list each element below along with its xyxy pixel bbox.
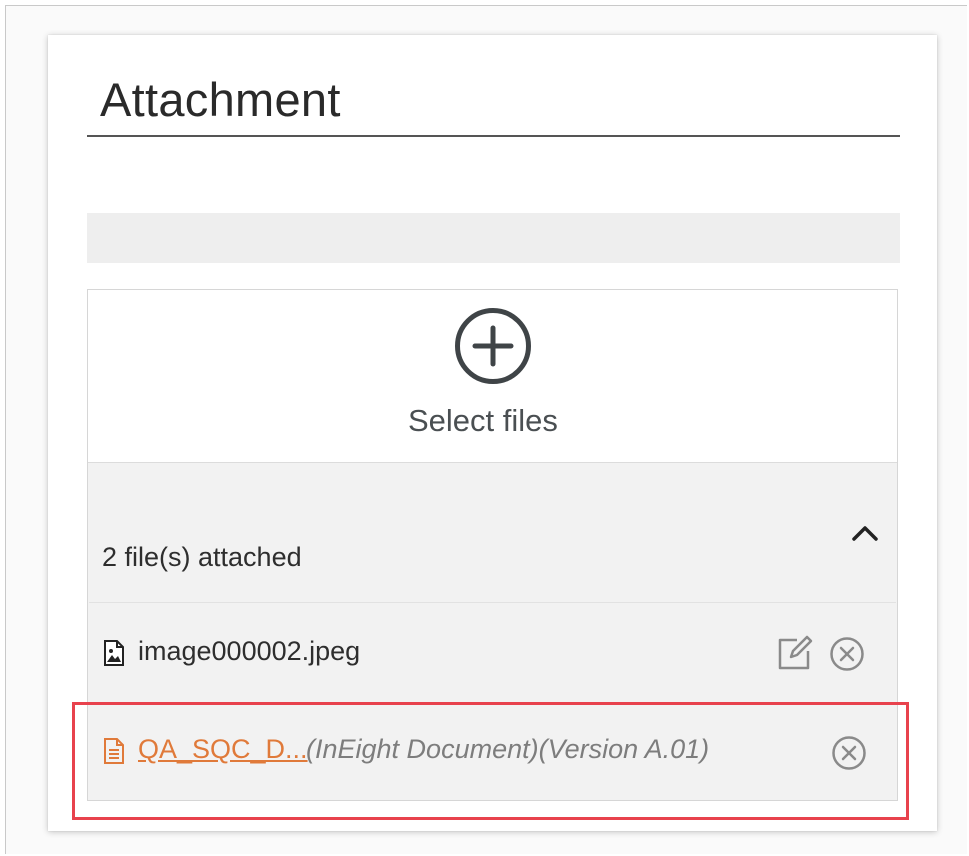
file-name[interactable]: image000002.jpeg bbox=[138, 636, 360, 667]
remove-icon[interactable] bbox=[831, 735, 867, 771]
panel-title: Attachment bbox=[100, 73, 341, 126]
edit-icon[interactable] bbox=[777, 635, 813, 671]
title-underline bbox=[87, 135, 900, 137]
document-meta: (InEight Document)(Version A.01) bbox=[306, 734, 710, 764]
info-bar bbox=[87, 213, 900, 263]
add-circle-icon[interactable] bbox=[454, 307, 532, 385]
document-file-icon bbox=[104, 738, 124, 764]
document-link[interactable]: QA_SQC_D... bbox=[138, 734, 308, 765]
row-divider bbox=[89, 602, 896, 603]
select-files-label[interactable]: Select files bbox=[408, 403, 558, 439]
image-file-icon bbox=[104, 640, 124, 666]
row-divider bbox=[89, 702, 896, 703]
remove-icon[interactable] bbox=[829, 636, 865, 672]
attached-count: 2 file(s) attached bbox=[102, 542, 302, 572]
chevron-up-icon[interactable] bbox=[850, 522, 880, 544]
